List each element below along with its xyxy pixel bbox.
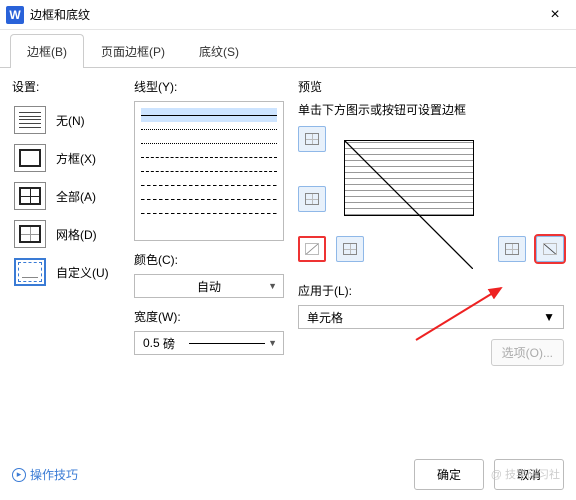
dropdown-icon: ▼ (268, 281, 277, 291)
setting-custom-label: 自定义(U) (56, 264, 109, 281)
tab-borders[interactable]: 边框(B) (10, 34, 84, 68)
setting-none[interactable]: 无(N) (12, 101, 120, 139)
tips-icon: ▸ (12, 468, 26, 482)
custom-icon (14, 258, 46, 286)
settings-label: 设置: (12, 78, 120, 95)
dropdown-icon: ▼ (543, 310, 555, 324)
window-title: 边框和底纹 (30, 6, 540, 23)
setting-all[interactable]: 全部(A) (12, 177, 120, 215)
color-select[interactable]: 自动 ▼ (134, 274, 284, 298)
tab-strip: 边框(B) 页面边框(P) 底纹(S) (0, 30, 576, 68)
none-icon (14, 106, 46, 134)
width-label: 宽度(W): (134, 308, 284, 325)
setting-grid-label: 网格(D) (56, 226, 97, 243)
line-style-item[interactable] (141, 206, 277, 220)
border-top-button[interactable] (298, 126, 326, 152)
border-right-button[interactable] (498, 236, 526, 262)
line-style-solid[interactable] (141, 108, 277, 122)
line-style-list[interactable] (134, 101, 284, 241)
tips-link[interactable]: ▸ 操作技巧 (12, 466, 78, 483)
ok-button[interactable]: 确定 (414, 459, 484, 490)
box-icon (14, 144, 46, 172)
apply-value: 单元格 (307, 309, 343, 326)
preview-hint: 单击下方图示或按钮可设置边框 (298, 101, 564, 118)
setting-none-label: 无(N) (56, 112, 85, 129)
tab-shading[interactable]: 底纹(S) (182, 34, 256, 68)
border-bottom-button[interactable] (298, 186, 326, 212)
close-button[interactable]: × (540, 4, 570, 26)
diag-up-icon (543, 243, 557, 255)
line-style-item[interactable] (141, 178, 277, 192)
setting-custom[interactable]: 自定义(U) (12, 253, 120, 291)
preview-canvas[interactable] (334, 130, 484, 226)
border-mini-icon (343, 243, 357, 255)
width-unit: 磅 (163, 335, 175, 352)
border-mini-icon (305, 193, 319, 205)
width-sample-line (189, 343, 265, 344)
color-value: 自动 (197, 278, 221, 295)
color-label: 颜色(C): (134, 251, 284, 268)
line-style-item[interactable] (141, 192, 277, 206)
line-style-item[interactable] (141, 164, 277, 178)
width-select[interactable]: 0.5 磅 ▼ (134, 331, 284, 355)
border-diag-down-button[interactable] (298, 236, 326, 262)
grid-icon (14, 220, 46, 248)
line-style-item[interactable] (141, 136, 277, 150)
width-value: 0.5 (143, 336, 160, 350)
setting-grid[interactable]: 网格(D) (12, 215, 120, 253)
apply-label: 应用于(L): (298, 282, 564, 299)
setting-box-label: 方框(X) (56, 150, 96, 167)
app-icon: W (6, 6, 24, 24)
cancel-button[interactable]: 取消 (494, 459, 564, 490)
preview-label: 预览 (298, 78, 564, 95)
diag-down-icon (305, 243, 319, 255)
tab-page-border[interactable]: 页面边框(P) (84, 34, 182, 68)
apply-select[interactable]: 单元格 ▼ (298, 305, 564, 329)
line-style-item[interactable] (141, 150, 277, 164)
tips-label: 操作技巧 (30, 466, 78, 483)
dropdown-icon: ▼ (268, 338, 277, 348)
border-diag-up-button[interactable] (536, 236, 564, 262)
style-label: 线型(Y): (134, 78, 284, 95)
line-style-item[interactable] (141, 122, 277, 136)
options-button: 选项(O)... (491, 339, 564, 366)
setting-all-label: 全部(A) (56, 188, 96, 205)
border-mini-icon (305, 133, 319, 145)
setting-box[interactable]: 方框(X) (12, 139, 120, 177)
all-icon (14, 182, 46, 210)
border-mini-icon (505, 243, 519, 255)
